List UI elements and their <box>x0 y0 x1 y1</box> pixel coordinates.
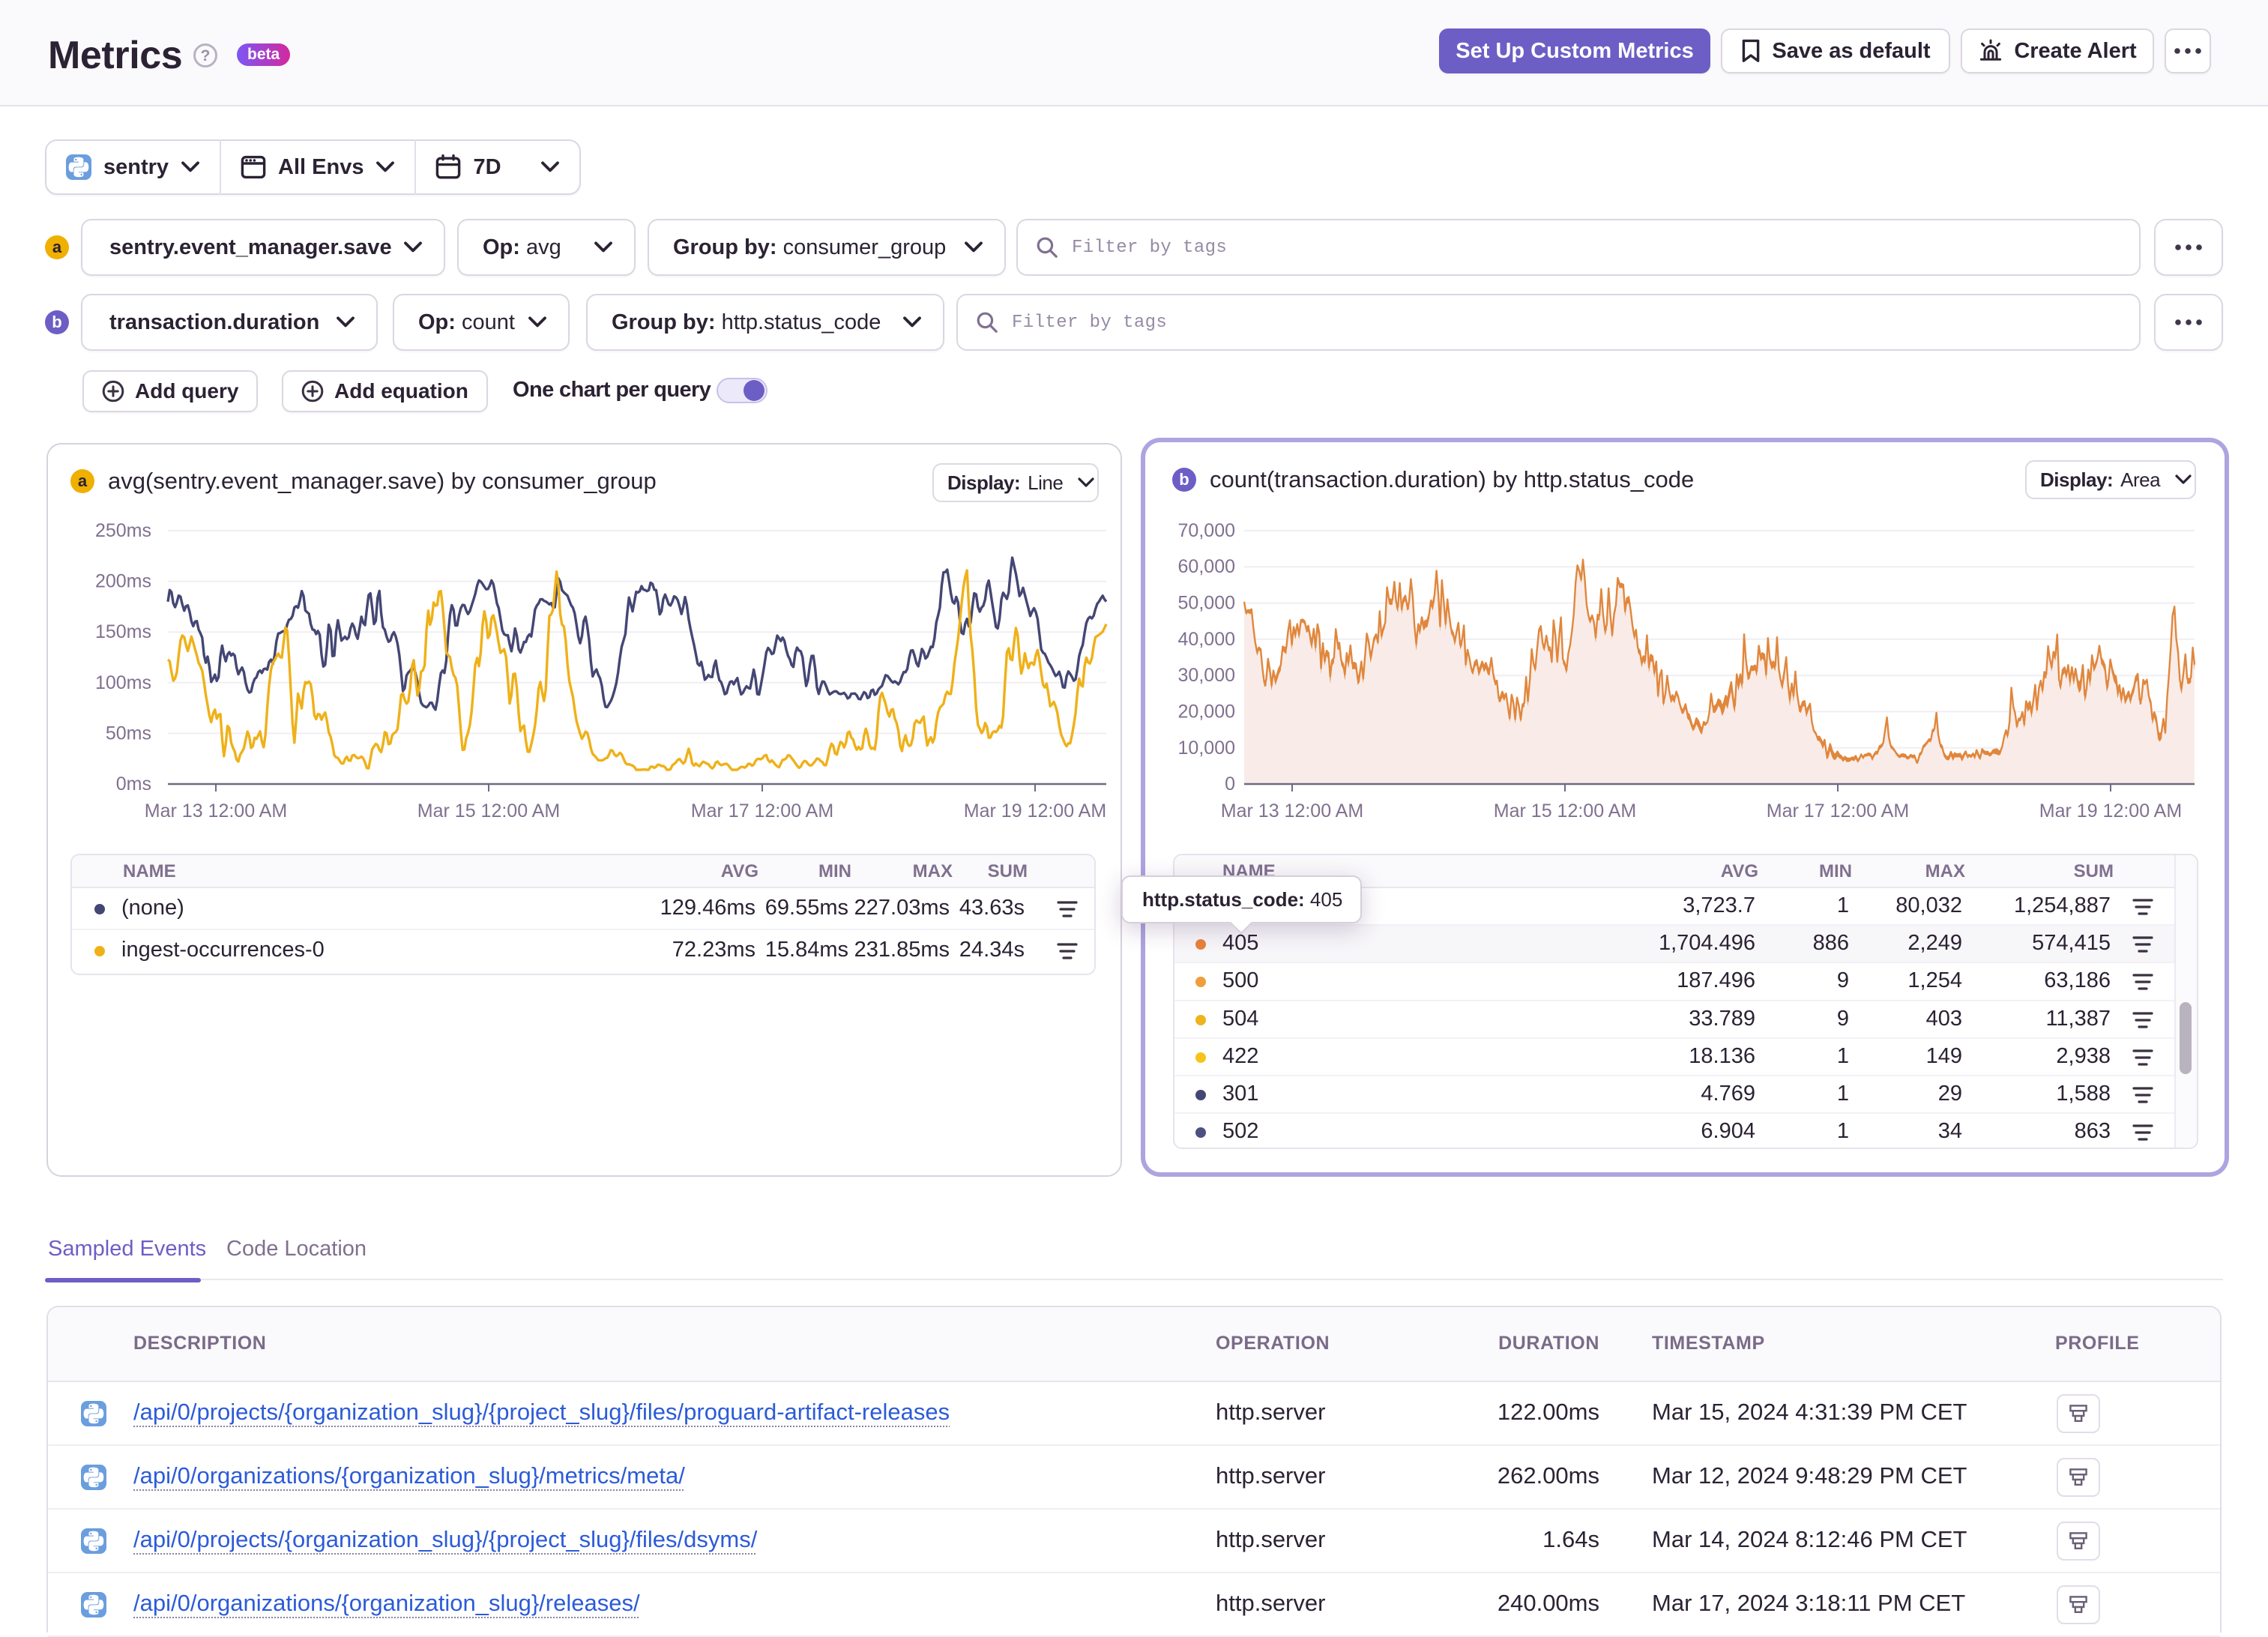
svg-text:Mar 13 12:00 AM: Mar 13 12:00 AM <box>145 801 287 821</box>
svg-text:Mar 15 12:00 AM: Mar 15 12:00 AM <box>1494 801 1636 821</box>
svg-text:50,000: 50,000 <box>1178 593 1235 614</box>
svg-text:200ms: 200ms <box>95 571 151 592</box>
svg-text:Mar 17 12:00 AM: Mar 17 12:00 AM <box>691 801 833 821</box>
svg-text:60,000: 60,000 <box>1178 556 1235 577</box>
svg-text:100ms: 100ms <box>95 672 151 693</box>
svg-text:50ms: 50ms <box>106 723 151 744</box>
svg-text:Mar 19 12:00 AM: Mar 19 12:00 AM <box>964 801 1106 821</box>
svg-text:0: 0 <box>1225 774 1235 795</box>
svg-text:Mar 17 12:00 AM: Mar 17 12:00 AM <box>1767 801 1909 821</box>
svg-text:10,000: 10,000 <box>1178 738 1235 759</box>
svg-text:Mar 15 12:00 AM: Mar 15 12:00 AM <box>417 801 560 821</box>
svg-text:40,000: 40,000 <box>1178 629 1235 650</box>
svg-text:20,000: 20,000 <box>1178 701 1235 722</box>
svg-text:Mar 13 12:00 AM: Mar 13 12:00 AM <box>1221 801 1363 821</box>
svg-text:150ms: 150ms <box>95 621 151 642</box>
svg-text:70,000: 70,000 <box>1178 520 1235 541</box>
svg-text:250ms: 250ms <box>95 520 151 541</box>
svg-text:Mar 19 12:00 AM: Mar 19 12:00 AM <box>2039 801 2182 821</box>
svg-text:30,000: 30,000 <box>1178 665 1235 686</box>
svg-text:0ms: 0ms <box>116 774 151 795</box>
